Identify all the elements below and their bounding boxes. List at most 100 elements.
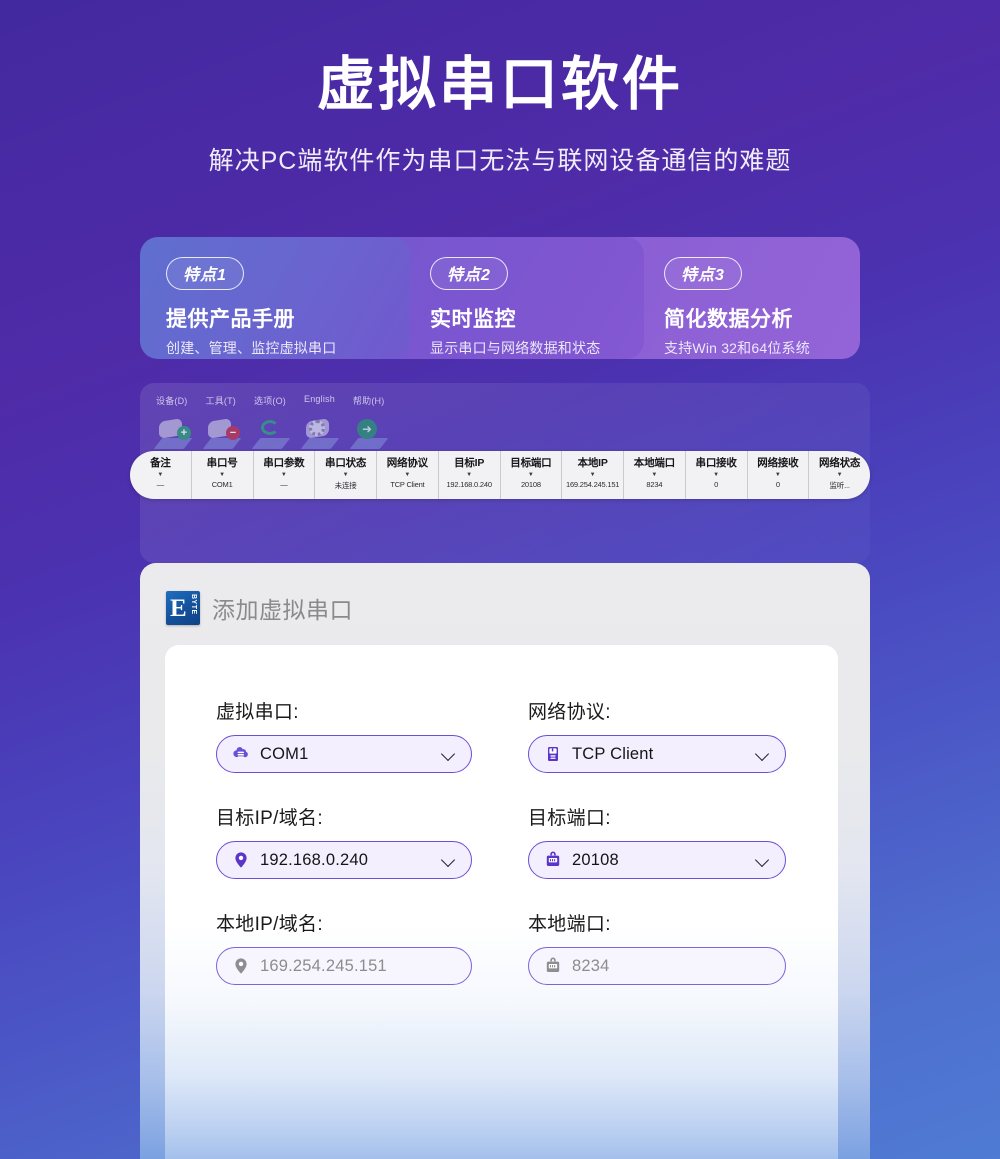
page-subtitle: 解决PC端软件作为串口无法与联网设备通信的难题 (208, 146, 792, 175)
sort-arrow-icon[interactable]: ▼ (748, 471, 809, 479)
sort-arrow-icon[interactable]: ▼ (562, 471, 623, 479)
table-column-target-port[interactable]: 目标端口 ▼ 20108 (501, 451, 563, 499)
table-column-network-rx[interactable]: 网络接收 ▼ 0 (748, 451, 810, 499)
table-column-local-ip[interactable]: 本地IP ▼ 169.254.245.151 (562, 451, 624, 499)
location-pin-icon (231, 956, 251, 976)
target-ip-select[interactable]: 192.168.0.240 (216, 841, 472, 879)
field-network-protocol: 网络协议: TCP Client (528, 697, 786, 773)
menu-item-options[interactable]: 选项(O) (254, 394, 286, 407)
sort-arrow-icon[interactable]: ▼ (377, 471, 438, 479)
feature-cards: 特点1 提供产品手册 创建、管理、监控虚拟串口 特点2 实时监控 显示串口与网络… (140, 237, 860, 359)
tool-bar: + − ➜ (140, 407, 870, 450)
field-target-ip: 目标IP/域名: 192.168.0.240 (216, 803, 472, 879)
column-header: 网络状态 (819, 457, 861, 469)
virtual-serial-port-select[interactable]: COM1 (216, 735, 472, 773)
dialog-title: 添加虚拟串口 (212, 597, 353, 623)
remove-device-button[interactable]: − (202, 416, 243, 450)
arrow-right-icon: ➜ (357, 419, 377, 439)
minus-icon: − (226, 426, 240, 440)
feature-desc: 支持Win 32和64位系统 (664, 340, 810, 356)
field-label: 本地IP/域名: (216, 914, 323, 935)
feature-desc: 显示串口与网络数据和状态 (430, 340, 601, 356)
feature-title: 实时监控 (430, 308, 516, 331)
target-port-select[interactable]: 20108 (528, 841, 786, 879)
sort-arrow-icon[interactable]: ▼ (686, 471, 747, 479)
dialog-body-panel: 虚拟串口: COM1 网络协议: TCP Client 目标IP/域名: 192… (165, 645, 838, 1159)
plus-icon: + (177, 426, 191, 440)
field-label: 网络协议: (528, 702, 611, 723)
cell-value: 8234 (646, 480, 663, 489)
cell-value: 0 (775, 480, 780, 489)
column-header: 本地端口 (633, 457, 675, 469)
table-column-port-number[interactable]: 串口号 ▼ COM1 (192, 451, 254, 499)
sort-arrow-icon[interactable]: ▼ (809, 471, 870, 479)
menu-item-device[interactable]: 设备(D) (156, 394, 188, 407)
cell-value: 192.168.0.240 (446, 480, 492, 489)
logo-letter: E (170, 594, 187, 622)
field-value: 20108 (572, 850, 619, 869)
cell-value: 169.254.245.151 (565, 480, 620, 489)
table-column-port-status[interactable]: 串口状态 ▼ 未连接 (315, 451, 377, 499)
page-title: 虚拟串口软件 (316, 52, 683, 117)
cell-value: COM1 (211, 480, 233, 489)
field-label: 目标端口: (528, 808, 611, 829)
column-header: 串口号 (206, 457, 238, 469)
cell-value: TCP Client (390, 480, 425, 489)
refresh-icon (261, 420, 279, 435)
icon-plate (349, 438, 389, 449)
icon-plate (202, 438, 242, 449)
table-column-remark[interactable]: 备注 ▼ — (130, 451, 192, 499)
menu-item-tools[interactable]: 工具(T) (206, 394, 237, 407)
serial-port-table: 备注 ▼ — 串口号 ▼ COM1 串口参数 ▼ — 串口状态 ▼ 未连接 网络… (130, 451, 870, 499)
table-column-target-ip[interactable]: 目标IP ▼ 192.168.0.240 (439, 451, 501, 499)
column-header: 目标端口 (510, 457, 552, 469)
menu-bar: 设备(D) 工具(T) 选项(O) English 帮助(H) (140, 383, 870, 407)
start-button[interactable]: ➜ (349, 416, 390, 450)
sort-arrow-icon[interactable]: ▼ (624, 471, 685, 479)
gear-icon (309, 420, 325, 436)
field-label: 虚拟串口: (216, 702, 299, 723)
column-header: 串口状态 (325, 457, 367, 469)
table-column-port-params[interactable]: 串口参数 ▼ — (254, 451, 316, 499)
table-column-serial-rx[interactable]: 串口接收 ▼ 0 (686, 451, 748, 499)
chevron-down-icon[interactable] (756, 853, 770, 867)
table-column-network-status[interactable]: 网络状态 ▼ 监听... (809, 451, 870, 499)
feature-card-1: 特点1 提供产品手册 创建、管理、监控虚拟串口 (140, 237, 410, 359)
form-grid: 虚拟串口: COM1 网络协议: TCP Client 目标IP/域名: 192… (216, 697, 786, 985)
chevron-down-icon[interactable] (442, 747, 456, 761)
ebyte-logo: E BYTE (166, 591, 200, 625)
add-device-button[interactable]: + (153, 416, 194, 450)
field-label: 目标IP/域名: (216, 808, 323, 829)
menu-item-english[interactable]: English (304, 394, 335, 407)
network-protocol-select[interactable]: TCP Client (528, 735, 786, 773)
field-value: 192.168.0.240 (260, 850, 369, 869)
field-label: 本地端口: (528, 914, 611, 935)
feature-title: 提供产品手册 (166, 308, 295, 331)
feature-card-2: 特点2 实时监控 显示串口与网络数据和状态 (374, 237, 644, 359)
cell-value: 监听... (829, 481, 850, 490)
sort-arrow-icon[interactable]: ▼ (501, 471, 562, 479)
cell-value: — (156, 480, 165, 489)
port-icon (543, 956, 563, 976)
table-column-local-port[interactable]: 本地端口 ▼ 8234 (624, 451, 686, 499)
sort-arrow-icon[interactable]: ▼ (130, 471, 191, 479)
sort-arrow-icon[interactable]: ▼ (439, 471, 500, 479)
column-header: 本地IP (577, 457, 608, 469)
cell-value: 未连接 (334, 481, 357, 490)
refresh-button[interactable] (251, 416, 292, 450)
add-virtual-port-dialog: E BYTE 添加虚拟串口 虚拟串口: COM1 网络协议: TCP Clien… (140, 563, 870, 1159)
chevron-down-icon[interactable] (756, 747, 770, 761)
menu-item-help[interactable]: 帮助(H) (353, 394, 385, 407)
sort-arrow-icon[interactable]: ▼ (254, 471, 315, 479)
settings-button[interactable] (300, 416, 341, 450)
feature-card-3: 特点3 简化数据分析 支持Win 32和64位系统 (608, 237, 860, 359)
cell-value: 20108 (520, 480, 541, 489)
sort-arrow-icon[interactable]: ▼ (192, 471, 253, 479)
sort-arrow-icon[interactable]: ▼ (315, 471, 376, 479)
field-target-port: 目标端口: 20108 (528, 803, 786, 879)
table-column-network-protocol[interactable]: 网络协议 ▼ TCP Client (377, 451, 439, 499)
cell-value: — (280, 480, 288, 489)
chevron-down-icon[interactable] (442, 853, 456, 867)
icon-plate (153, 438, 193, 449)
local-ip-input: 169.254.245.151 (216, 947, 472, 985)
